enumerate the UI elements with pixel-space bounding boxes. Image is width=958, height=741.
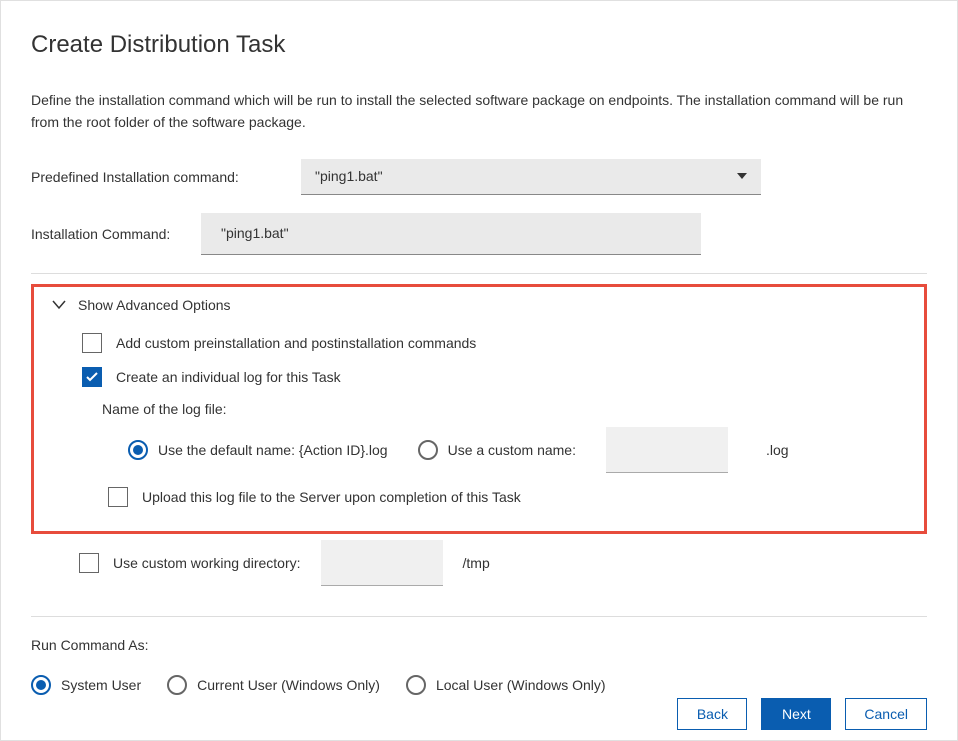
- log-default-radio-item[interactable]: Use the default name: {Action ID}.log: [128, 440, 388, 460]
- create-log-checkbox[interactable]: [82, 367, 102, 387]
- log-default-radio[interactable]: [128, 440, 148, 460]
- page-description: Define the installation command which wi…: [31, 89, 927, 134]
- log-extension-label: .log: [766, 442, 789, 458]
- custom-wd-field[interactable]: [321, 540, 443, 586]
- back-button[interactable]: Back: [677, 698, 747, 730]
- cancel-button[interactable]: Cancel: [845, 698, 927, 730]
- add-prepost-row: Add custom preinstallation and postinsta…: [82, 333, 914, 353]
- log-default-label: Use the default name: {Action ID}.log: [158, 442, 388, 458]
- chevron-down-icon: [737, 173, 747, 179]
- divider: [31, 616, 927, 617]
- installation-command-field[interactable]: "ping1.bat": [201, 213, 701, 255]
- create-log-label: Create an individual log for this Task: [116, 369, 341, 385]
- installation-command-value: "ping1.bat": [221, 225, 289, 241]
- log-name-radio-row: Use the default name: {Action ID}.log Us…: [128, 427, 914, 473]
- divider: [31, 273, 927, 274]
- add-prepost-label: Add custom preinstallation and postinsta…: [116, 335, 476, 351]
- upload-log-label: Upload this log file to the Server upon …: [142, 489, 521, 505]
- advanced-options-toggle[interactable]: Show Advanced Options: [52, 297, 914, 313]
- log-custom-radio[interactable]: [418, 440, 438, 460]
- installation-command-row: Installation Command: "ping1.bat": [31, 213, 927, 255]
- run-as-local-user-label: Local User (Windows Only): [436, 677, 606, 693]
- run-as-current-user-label: Current User (Windows Only): [197, 677, 380, 693]
- footer-buttons: Back Next Cancel: [677, 698, 927, 730]
- predefined-command-dropdown[interactable]: "ping1.bat": [301, 159, 761, 195]
- log-name-label: Name of the log file:: [102, 401, 914, 417]
- highlight-advanced-options: Show Advanced Options Add custom preinst…: [31, 284, 927, 534]
- log-custom-name-field[interactable]: [606, 427, 728, 473]
- predefined-command-value: "ping1.bat": [315, 168, 383, 184]
- run-as-system-user-radio[interactable]: [31, 675, 51, 695]
- custom-wd-row: Use custom working directory: /tmp: [79, 540, 927, 586]
- upload-log-row: Upload this log file to the Server upon …: [108, 487, 914, 507]
- custom-wd-label: Use custom working directory:: [113, 555, 301, 571]
- create-log-row: Create an individual log for this Task: [82, 367, 914, 387]
- add-prepost-checkbox[interactable]: [82, 333, 102, 353]
- upload-log-checkbox[interactable]: [108, 487, 128, 507]
- dialog-create-distribution-task: Create Distribution Task Define the inst…: [0, 0, 958, 741]
- run-as-row: System User Current User (Windows Only) …: [31, 675, 927, 695]
- predefined-command-row: Predefined Installation command: "ping1.…: [31, 159, 927, 195]
- run-as-system-user[interactable]: System User: [31, 675, 141, 695]
- run-as-label: Run Command As:: [31, 637, 927, 653]
- log-custom-label: Use a custom name:: [448, 442, 576, 458]
- chevron-down-icon: [52, 300, 66, 310]
- run-as-current-user-radio[interactable]: [167, 675, 187, 695]
- page-title: Create Distribution Task: [31, 31, 927, 59]
- next-button[interactable]: Next: [761, 698, 831, 730]
- log-custom-radio-item[interactable]: Use a custom name:: [418, 440, 576, 460]
- predefined-command-label: Predefined Installation command:: [31, 169, 301, 185]
- run-as-current-user[interactable]: Current User (Windows Only): [167, 675, 380, 695]
- custom-wd-suffix: /tmp: [463, 555, 490, 571]
- run-as-local-user-radio[interactable]: [406, 675, 426, 695]
- run-as-system-user-label: System User: [61, 677, 141, 693]
- custom-wd-checkbox[interactable]: [79, 553, 99, 573]
- installation-command-label: Installation Command:: [31, 226, 201, 242]
- advanced-options-label: Show Advanced Options: [78, 297, 231, 313]
- run-as-local-user[interactable]: Local User (Windows Only): [406, 675, 606, 695]
